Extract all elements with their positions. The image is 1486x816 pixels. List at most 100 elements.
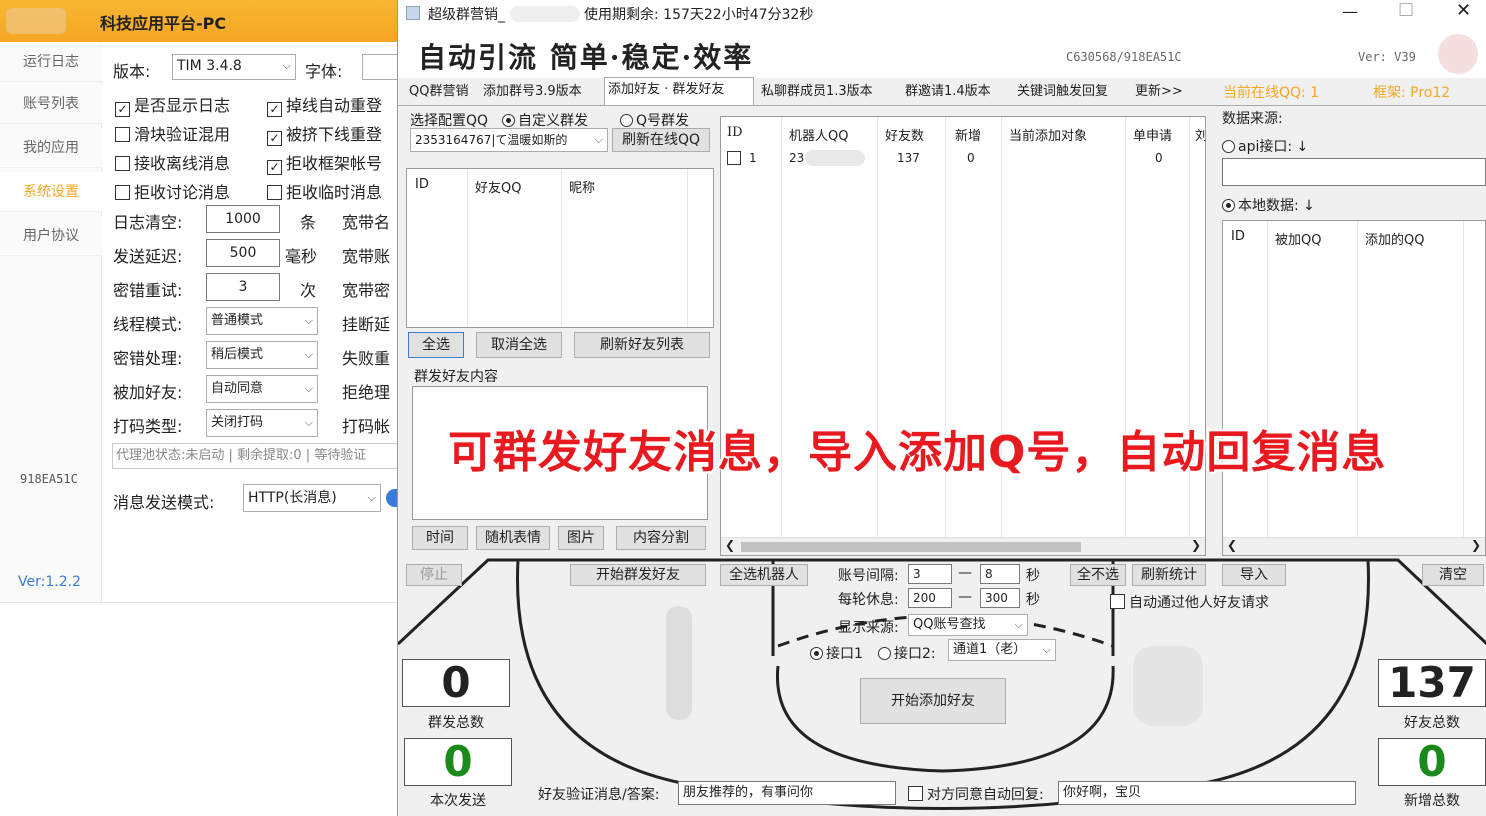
font-select[interactable]: [362, 54, 402, 80]
tab-update[interactable]: 更新>>: [1132, 80, 1188, 104]
nav-run-log[interactable]: 运行日志: [0, 42, 102, 82]
grid-line: [467, 169, 468, 327]
cb-reject-frame[interactable]: ✓ 拒收框架帐号: [267, 150, 382, 175]
cb-slider[interactable]: 滑块验证混用: [115, 121, 230, 145]
rest-min-input[interactable]: 200: [908, 588, 952, 608]
cb-relogin[interactable]: ✓ 掉线自动重登: [267, 92, 382, 117]
broadband-name-label: 宽带名: [342, 213, 391, 232]
minimize-icon[interactable]: —: [1342, 2, 1358, 21]
pwd-retry-input[interactable]: 3: [206, 273, 280, 301]
nav-account-list[interactable]: 账号列表: [0, 84, 102, 124]
tab-add-group[interactable]: 添加群号3.9版本: [480, 80, 602, 104]
cb-kicked-label: 被挤下线重登: [286, 125, 383, 144]
cb-reject-frame-label: 拒收框架帐号: [286, 154, 383, 173]
rest-max-input[interactable]: 300: [980, 588, 1020, 608]
close-icon[interactable]: ✕: [1456, 0, 1471, 21]
friend-list[interactable]: ID 好友QQ 昵称: [406, 168, 714, 328]
interval-min-input[interactable]: 3: [908, 564, 952, 584]
friend-total-label: 好友总数: [1404, 715, 1460, 731]
pwd-handle-select[interactable]: 稍后模式 ⌵: [206, 341, 318, 369]
cb-show-log[interactable]: ✓ 是否显示日志: [115, 92, 230, 117]
broadband-acct-label: 宽带账: [342, 247, 391, 266]
h-scrollbar[interactable]: ❮ ❯: [721, 537, 1205, 555]
start-add-friend-button[interactable]: 开始添加好友: [860, 678, 1006, 724]
scroll-left-icon[interactable]: ❮: [1227, 538, 1237, 552]
row-checkbox-icon[interactable]: [727, 151, 741, 165]
cb-kicked[interactable]: ✓ 被挤下线重登: [267, 121, 382, 146]
channel-select[interactable]: 通道1（老） ⌵: [948, 639, 1056, 661]
select-all-button[interactable]: 全选: [408, 332, 464, 358]
stop-button[interactable]: 停止: [406, 564, 462, 586]
h-scrollbar[interactable]: ❮ ❯: [1223, 537, 1485, 555]
display-source-select[interactable]: QQ账号查找 ⌵: [908, 614, 1028, 636]
nav-system-settings[interactable]: 系统设置: [0, 172, 102, 212]
cb-auto-reply[interactable]: 对方同意自动回复:: [908, 784, 1044, 804]
thread-mode-select[interactable]: 普通模式 ⌵: [206, 307, 318, 335]
radio-iface1[interactable]: 接口1: [810, 643, 863, 663]
msg-mode-select[interactable]: HTTP(长消息) ⌵: [243, 484, 381, 512]
local-data-table[interactable]: ID 被加QQ 添加的QQ ❮ ❯: [1222, 220, 1486, 556]
data-source-label: 数据来源:: [1222, 111, 1283, 127]
cb-reject-discuss[interactable]: 拒收讨论消息: [115, 179, 230, 203]
display-source-value: QQ账号查找: [913, 617, 986, 632]
tab-add-friend[interactable]: 添加好友 · 群发好友: [604, 77, 754, 105]
random-emoji-button[interactable]: 随机表情: [476, 526, 550, 550]
verify-label: 好友验证消息/答案:: [538, 787, 660, 803]
tab-private-chat[interactable]: 私聊群成员1.3版本: [758, 80, 894, 104]
tab-group-invite[interactable]: 群邀请1.4版本: [902, 80, 1010, 104]
api-input[interactable]: [1222, 158, 1486, 186]
version-select-value: TIM 3.4.8: [177, 58, 242, 74]
table-row[interactable]: 1 23 137 0 0: [721, 147, 1205, 169]
radio-local[interactable]: 本地数据: ↓: [1222, 195, 1315, 215]
chevron-down-icon: ⌵: [304, 314, 313, 327]
clear-button[interactable]: 清空: [1422, 564, 1484, 586]
cb-offline-msg[interactable]: 接收离线消息: [115, 150, 230, 174]
nav-my-apps[interactable]: 我的应用: [0, 128, 102, 168]
radio-icon: [1222, 199, 1235, 212]
scroll-right-icon[interactable]: ❯: [1191, 538, 1201, 552]
radio-iface1-label: 接口1: [826, 646, 863, 662]
log-clear-input[interactable]: 1000: [206, 205, 280, 233]
robot-table[interactable]: ID 机器人QQ 好友数 新增 当前添加对象 单申请 刘 1 23 137 0 …: [720, 116, 1206, 556]
scroll-right-icon[interactable]: ❯: [1471, 538, 1481, 552]
deselect-all-button[interactable]: 取消全选: [476, 332, 562, 358]
nav-user-agreement[interactable]: 用户协议: [0, 216, 102, 256]
content-split-button[interactable]: 内容分割: [616, 526, 706, 550]
radio-iface2[interactable]: 接口2:: [878, 643, 936, 663]
qq-select-value: 2353164767|て温暖如斯的: [415, 133, 568, 147]
radio-qq[interactable]: Q号群发: [620, 110, 689, 130]
fail-retry-label: 失败重: [342, 349, 391, 368]
select-all-robots-button[interactable]: 全选机器人: [720, 564, 808, 586]
qq-select[interactable]: 2353164767|て温暖如斯的 ⌵: [410, 128, 608, 152]
radio-api[interactable]: api接口: ↓: [1222, 136, 1308, 156]
scroll-left-icon[interactable]: ❮: [725, 538, 735, 552]
local-col-id: ID: [1231, 229, 1245, 244]
grid-line: [1357, 221, 1358, 537]
version-select[interactable]: TIM 3.4.8 ⌵: [172, 54, 296, 80]
maximize-icon[interactable]: ☐: [1398, 0, 1414, 21]
tab-qq-group-marketing[interactable]: QQ群营销: [406, 80, 478, 104]
cb-reject-temp[interactable]: 拒收临时消息: [267, 179, 382, 203]
refresh-online-button[interactable]: 刷新在线QQ: [612, 128, 710, 152]
grid-line: [561, 169, 562, 327]
send-delay-input[interactable]: 500: [206, 239, 280, 267]
captcha-type-select[interactable]: 关闭打码 ⌵: [206, 409, 318, 437]
refresh-friends-button[interactable]: 刷新好友列表: [574, 332, 710, 358]
cb-auto-accept[interactable]: 自动通过他人好友请求: [1110, 592, 1269, 612]
image-button[interactable]: 图片: [558, 526, 604, 550]
added-friend-select[interactable]: 自动同意 ⌵: [206, 375, 318, 403]
tab-keyword-reply[interactable]: 关键词触发回复: [1014, 80, 1126, 104]
radio-custom[interactable]: 自定义群发: [502, 110, 588, 130]
auto-reply-input[interactable]: 你好啊，宝贝: [1058, 781, 1356, 805]
verify-input[interactable]: 朋友推荐的，有事问你: [678, 781, 896, 805]
round-rest-label: 每轮休息:: [838, 592, 899, 608]
time-button[interactable]: 时间: [412, 526, 468, 550]
robot-col-target: 当前添加对象: [1009, 129, 1088, 144]
import-button[interactable]: 导入: [1222, 564, 1286, 586]
scroll-thumb[interactable]: [741, 542, 1081, 552]
deselect-all-robots-button[interactable]: 全不选: [1070, 564, 1126, 586]
remaining-time: 使用期剩余: 157天22小时47分32秒: [584, 7, 814, 23]
start-group-send-button[interactable]: 开始群发好友: [570, 564, 706, 586]
interval-max-input[interactable]: 8: [980, 564, 1020, 584]
refresh-stats-button[interactable]: 刷新统计: [1132, 564, 1206, 586]
